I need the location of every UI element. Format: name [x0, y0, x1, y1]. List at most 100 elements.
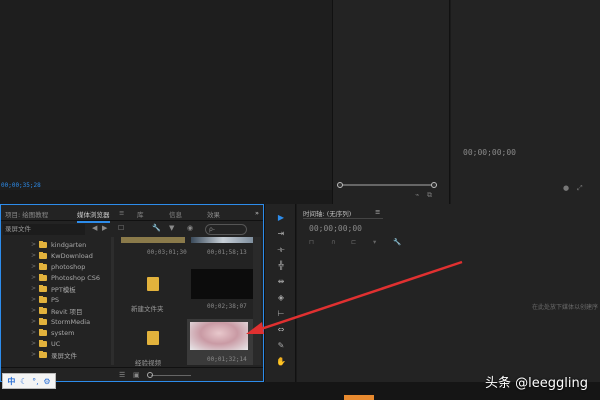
expand-arrow-icon[interactable]: > — [31, 252, 39, 259]
playhead-scrubber[interactable] — [339, 184, 437, 186]
program-monitor[interactable]: 00;00;00;00 ● ⤢ — [451, 0, 600, 204]
list-item[interactable]: > system — [31, 327, 75, 338]
folder-icon — [39, 251, 47, 259]
folder-icon — [147, 277, 159, 291]
moon-icon[interactable]: ☾ — [20, 377, 27, 386]
ingest-checkbox-icon[interactable]: ☐ — [118, 224, 124, 232]
media-thumbnail-selected[interactable]: 00;01;32;14 — [187, 319, 253, 365]
list-view-icon[interactable]: ☰ — [119, 371, 125, 379]
media-thumbnail[interactable]: 00;02;38;07 — [191, 269, 255, 310]
timeline-title[interactable]: 时间轴: (无序列) — [303, 208, 351, 218]
nest-icon[interactable]: ⊓ — [309, 238, 314, 246]
expand-arrow-icon[interactable]: > — [31, 318, 39, 325]
punctuation-icon[interactable]: °, — [32, 377, 39, 386]
grid-scrollbar[interactable] — [253, 237, 261, 365]
list-item[interactable]: > photoshop — [31, 261, 85, 272]
expand-arrow-icon[interactable]: > — [31, 351, 39, 358]
filter-icon[interactable]: ▼ — [169, 224, 174, 232]
timeline-settings-icon[interactable]: 🔧 — [393, 238, 401, 246]
back-icon[interactable]: ◀ — [92, 224, 97, 232]
expand-arrow-icon[interactable]: > — [31, 263, 39, 270]
icon-view-icon[interactable]: ▣ — [133, 371, 140, 379]
media-thumbnail[interactable]: 00;01;58;13 — [191, 237, 255, 256]
expand-arrow-icon[interactable]: > — [31, 329, 39, 336]
folder-icon — [39, 273, 47, 281]
export-icon[interactable]: ⤢ — [577, 184, 583, 193]
view-icon[interactable]: ◉ — [187, 224, 193, 232]
source-monitor[interactable]: 00;00;35;28 — [0, 0, 332, 190]
tab-info[interactable]: 信息 — [169, 209, 182, 219]
source-timecode[interactable]: 00;00;35;28 — [1, 182, 41, 189]
list-item[interactable]: > StormMedia — [31, 316, 90, 327]
tools-panel: ▶ ⇥ ⟛ ╬ ⇹ ◈ ⊢ ⇔ ✎ ✋ — [264, 204, 296, 382]
expand-arrow-icon[interactable]: > — [31, 241, 39, 248]
watermark: 头条 @leeggling — [485, 376, 588, 391]
expand-arrow-icon[interactable]: > — [31, 296, 39, 303]
razor-tool-icon[interactable]: ◈ — [274, 292, 288, 304]
list-item[interactable]: > KwDownload — [31, 250, 93, 261]
selection-tool-icon[interactable]: ▶ — [274, 212, 288, 224]
zoom-slider-knob[interactable] — [147, 372, 153, 378]
forward-icon[interactable]: ▶ — [102, 224, 107, 232]
folder-icon — [39, 284, 47, 292]
tab-underline — [303, 218, 383, 219]
list-item[interactable]: > Revit 项目 — [31, 305, 83, 316]
folder-icon — [39, 328, 47, 336]
expand-arrow-icon[interactable]: > — [31, 340, 39, 347]
pen-tool-icon[interactable]: ✎ — [274, 340, 288, 352]
expand-arrow-icon[interactable]: > — [31, 285, 39, 292]
wrench-icon[interactable]: 🔧 — [152, 224, 161, 232]
list-item[interactable]: > 录屏文件 — [31, 349, 77, 360]
list-item[interactable]: > Photoshop CS6 — [31, 272, 100, 283]
wrench-icon[interactable]: ⌁ — [415, 191, 419, 199]
clip-duration: 00;03;01;30 — [147, 249, 187, 256]
list-item[interactable]: > PPT模板 — [31, 283, 76, 294]
ime-toolbar[interactable]: 中 ☾ °, ⚙ — [2, 373, 56, 389]
browser-toolbar: 录屏文件 ◀ ▶ ☐ 🔧 ▼ ◉ ρ- — [1, 221, 263, 237]
list-item[interactable]: > PS — [31, 294, 59, 305]
tab-effects[interactable]: 效果 — [207, 209, 220, 219]
out-point-handle[interactable] — [431, 182, 437, 188]
media-thumbnail[interactable]: 新建文件夹 — [121, 269, 185, 313]
list-item[interactable]: > kindgarten — [31, 239, 86, 250]
media-browser-panel[interactable]: 项目: 绘图教程 媒体浏览器 ≡ 库 信息 效果 » 录屏文件 ◀ ▶ ☐ 🔧 … — [0, 204, 264, 382]
program-timecode[interactable]: 00;00;00;00 — [463, 148, 516, 157]
linked-selection-icon[interactable]: ⊏ — [351, 238, 356, 246]
zoom-slider[interactable] — [151, 375, 191, 376]
track-select-tool-icon[interactable]: ⇥ — [274, 228, 288, 240]
settings-icon[interactable]: ● — [563, 184, 569, 192]
list-item[interactable]: > UC — [31, 338, 60, 349]
in-point-handle[interactable] — [337, 182, 343, 188]
hand-tool-icon[interactable]: ✋ — [274, 356, 288, 368]
rolling-edit-tool-icon[interactable]: ╬ — [274, 260, 288, 272]
thumbnail-image — [121, 237, 185, 243]
panel-tabs: 项目: 绘图教程 媒体浏览器 ≡ 库 信息 效果 » — [1, 205, 263, 223]
snap-icon[interactable]: ∩ — [331, 238, 336, 246]
tab-media-browser[interactable]: 媒体浏览器 — [77, 209, 110, 223]
export-frame-icon[interactable]: ⧉ — [427, 191, 432, 200]
slide-tool-icon[interactable]: ⇔ — [274, 324, 288, 336]
media-thumbnail[interactable]: 00;03;01;30 — [121, 237, 187, 256]
expand-arrow-icon[interactable]: > — [31, 307, 39, 314]
tab-menu-icon[interactable]: ≡ — [119, 209, 124, 217]
marker-icon[interactable]: ▾ — [373, 238, 376, 246]
gear-icon[interactable]: ⚙ — [43, 377, 50, 386]
panel-menu-icon[interactable]: ≡ — [375, 208, 380, 216]
folder-icon — [39, 262, 47, 270]
tab-libraries[interactable]: 库 — [137, 209, 144, 219]
ime-language[interactable]: 中 — [7, 376, 15, 387]
folder-dropdown[interactable]: 录屏文件 — [3, 224, 85, 235]
rate-stretch-tool-icon[interactable]: ⇹ — [274, 276, 288, 288]
slip-tool-icon[interactable]: ⊢ — [274, 308, 288, 320]
tab-project[interactable]: 项目: 绘图教程 — [5, 209, 48, 219]
folder-icon — [39, 240, 47, 248]
expand-arrow-icon[interactable]: > — [31, 274, 39, 281]
timeline-panel[interactable]: 时间轴: (无序列) ≡ 00;00;00;00 ⊓ ∩ ⊏ ▾ 🔧 在此处放下… — [297, 204, 600, 382]
thumbnail-image — [191, 269, 255, 299]
more-tabs-icon[interactable]: » — [255, 209, 259, 217]
timeline-timecode[interactable]: 00;00;00;00 — [309, 224, 362, 233]
ripple-edit-tool-icon[interactable]: ⟛ — [274, 244, 288, 256]
search-input[interactable]: ρ- — [205, 224, 247, 235]
tree-scrollbar[interactable] — [111, 237, 114, 365]
media-thumbnail[interactable]: 经验视频 — [121, 323, 185, 367]
